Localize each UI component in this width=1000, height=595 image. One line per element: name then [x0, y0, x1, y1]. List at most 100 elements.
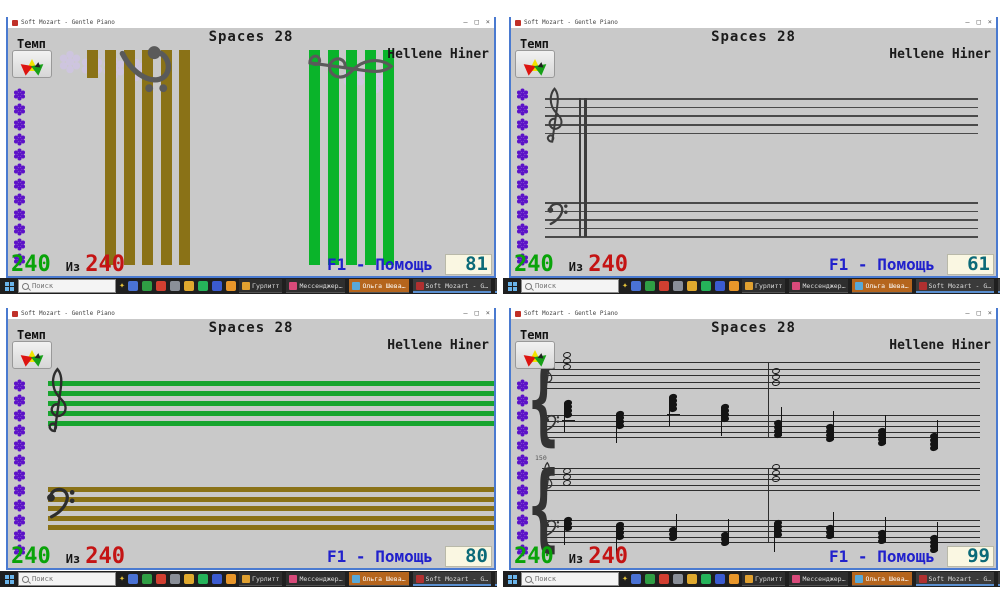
tempo-button[interactable] [515, 341, 555, 369]
search-box[interactable] [521, 279, 619, 293]
taskbar-task-button[interactable]: Мессенджер… [286, 572, 345, 586]
tempo-label: Темп [17, 328, 46, 342]
taskbar-app-icon[interactable] [673, 281, 683, 291]
taskbar-task-button[interactable]: Гамма и арпе… [495, 572, 497, 586]
taskbar-task-button[interactable]: Ольга Шева… [852, 572, 911, 586]
taskbar-app-icon[interactable] [184, 574, 194, 584]
search-input[interactable] [535, 282, 615, 290]
taskbar-app-icon[interactable] [198, 574, 208, 584]
taskbar-app-icon[interactable] [729, 574, 739, 584]
taskbar-app-icon[interactable] [184, 281, 194, 291]
taskbar-app-icon[interactable] [687, 574, 697, 584]
search-input[interactable] [535, 575, 615, 583]
taskbar-app-icon[interactable] [170, 281, 180, 291]
taskbar-task-button[interactable]: Гурлитт [742, 279, 785, 293]
staff-line [48, 506, 494, 511]
maximize-button[interactable]: □ [475, 309, 479, 318]
start-button[interactable] [3, 573, 15, 585]
taskbar-app-icon[interactable] [142, 574, 152, 584]
close-button[interactable]: × [486, 309, 490, 318]
taskbar-task-button[interactable]: Мессенджер… [789, 279, 848, 293]
taskbar-app-icon[interactable] [198, 281, 208, 291]
staff-line [545, 228, 978, 230]
author-name: Hellene Hiner [387, 338, 489, 353]
tempo-button[interactable] [12, 50, 52, 78]
note-stem [728, 519, 729, 544]
staff-line [542, 531, 980, 532]
taskbar-app-icon[interactable] [701, 574, 711, 584]
taskbar-app-icon[interactable] [128, 281, 138, 291]
tempo-button[interactable] [515, 50, 555, 78]
taskbar-app-icon[interactable] [631, 281, 641, 291]
progress-counter: 80 [445, 546, 492, 567]
close-button[interactable]: × [988, 309, 992, 318]
flower-icon [13, 176, 26, 189]
maximize-button[interactable]: □ [475, 18, 479, 27]
search-input[interactable] [32, 282, 112, 290]
taskbar-task-button[interactable]: Ольга Шева… [349, 572, 408, 586]
staff-line [545, 236, 978, 238]
taskbar-app-icon[interactable] [212, 574, 222, 584]
taskbar-task-button[interactable]: Гурлитт [239, 279, 282, 293]
taskbar-app-icon[interactable] [156, 574, 166, 584]
flower-icon [13, 512, 26, 525]
taskbar-app-icon[interactable] [687, 281, 697, 291]
taskbar-app-icon[interactable] [212, 281, 222, 291]
taskbar-app-icon[interactable] [142, 281, 152, 291]
taskbar-app-icon[interactable] [673, 574, 683, 584]
cortana-sparkle-icon[interactable]: ✦ [119, 574, 125, 584]
flower-column [13, 377, 26, 555]
cortana-sparkle-icon[interactable]: ✦ [119, 281, 125, 291]
taskbar-app-icon[interactable] [729, 281, 739, 291]
taskbar-task-button[interactable]: Soft Mozart - G… [413, 279, 491, 293]
close-button[interactable]: × [486, 18, 490, 27]
cortana-sparkle-icon[interactable]: ✦ [622, 281, 628, 291]
maximize-button[interactable]: □ [977, 18, 981, 27]
task-label: Ольга Шева… [362, 282, 405, 290]
taskbar-task-button[interactable]: Soft Mozart - G… [916, 279, 994, 293]
taskbar-task-button[interactable]: Ольга Шева… [852, 279, 911, 293]
taskbar-tasks: Гурлитт Мессенджер… Ольга Шева… Soft Mozart… [742, 279, 1000, 293]
taskbar-app-icon[interactable] [659, 281, 669, 291]
taskbar-task-button[interactable]: Мессенджер… [286, 279, 345, 293]
score-total: 240 [85, 255, 125, 275]
taskbar-task-button[interactable]: Ольга Шева… [349, 279, 408, 293]
task-app-icon [416, 575, 424, 583]
tempo-button[interactable] [12, 341, 52, 369]
taskbar-app-icon[interactable] [226, 574, 236, 584]
minimize-button[interactable]: – [965, 309, 969, 318]
task-label: Soft Mozart - G… [426, 575, 489, 583]
taskbar-app-icon[interactable] [156, 281, 166, 291]
search-box[interactable] [521, 572, 619, 586]
staff-line [542, 362, 980, 363]
minimize-button[interactable]: – [463, 309, 467, 318]
start-button[interactable] [3, 280, 15, 292]
taskbar-app-icon[interactable] [226, 281, 236, 291]
taskbar-app-icon[interactable] [631, 574, 641, 584]
start-button[interactable] [506, 280, 518, 292]
close-button[interactable]: × [988, 18, 992, 27]
taskbar-task-button[interactable]: Soft Mozart - G… [413, 572, 491, 586]
app-window-bottom-left: Soft Mozart - Gentle Piano – □ × Spaces … [6, 308, 496, 570]
maximize-button[interactable]: □ [977, 309, 981, 318]
search-box[interactable] [18, 572, 116, 586]
taskbar-task-button[interactable]: Гамма и арпе… [495, 279, 497, 293]
minimize-button[interactable]: – [463, 18, 467, 27]
taskbar-app-icon[interactable] [715, 281, 725, 291]
taskbar-task-button[interactable]: Гурлитт [239, 572, 282, 586]
search-box[interactable] [18, 279, 116, 293]
start-button[interactable] [506, 573, 518, 585]
cortana-sparkle-icon[interactable]: ✦ [622, 574, 628, 584]
taskbar-app-icon[interactable] [128, 574, 138, 584]
taskbar-task-button[interactable]: Мессенджер… [789, 572, 848, 586]
search-input[interactable] [32, 575, 112, 583]
taskbar-app-icon[interactable] [659, 574, 669, 584]
taskbar-task-button[interactable]: Soft Mozart - G… [916, 572, 994, 586]
taskbar-app-icon[interactable] [715, 574, 725, 584]
taskbar-app-icon[interactable] [701, 281, 711, 291]
taskbar-task-button[interactable]: Гурлитт [742, 572, 785, 586]
taskbar-app-icon[interactable] [170, 574, 180, 584]
minimize-button[interactable]: – [965, 18, 969, 27]
taskbar-app-icon[interactable] [645, 281, 655, 291]
taskbar-app-icon[interactable] [645, 574, 655, 584]
